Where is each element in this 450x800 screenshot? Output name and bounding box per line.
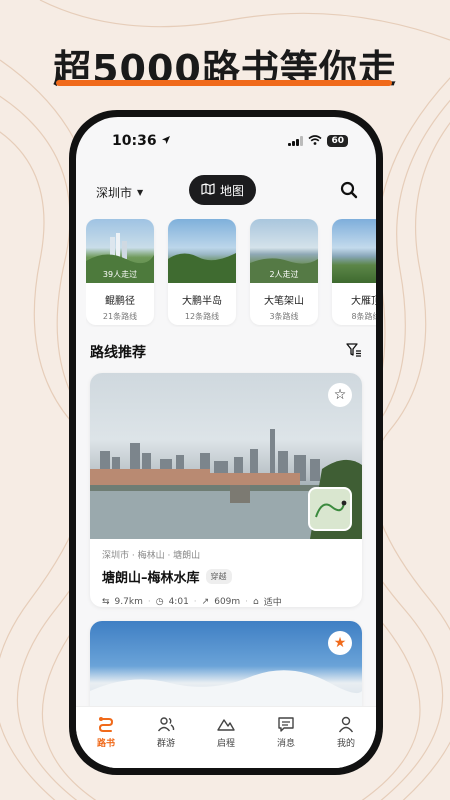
tab-messages[interactable]: 消息: [261, 715, 311, 768]
destination-photo: [168, 219, 236, 283]
map-icon: [201, 182, 215, 198]
visited-count: 39人走过: [102, 270, 138, 279]
route-photo: ☆: [90, 373, 362, 539]
tab-start[interactable]: 启程: [201, 715, 251, 768]
favorite-button[interactable]: ★: [328, 631, 352, 655]
tab-label: 我的: [336, 739, 355, 749]
destination-card[interactable]: 39人走过 鲲鹏径 21条路线: [86, 219, 154, 325]
route-card[interactable]: ☆ 深圳市 · 梅林山 · 塘朗山 塘朗山–梅林水库 穿越 ⇆ 9.7km · …: [90, 373, 362, 607]
app-screen: 10:36 60 深圳市 ▼ 地图 39人走过 鲲鹏径 21条路线 大鹏半岛 1…: [76, 117, 376, 768]
destination-card[interactable]: 2人走过 大笔架山 3条路线: [250, 219, 318, 325]
destination-card[interactable]: 大雁顶 8条路线: [332, 219, 376, 325]
search-button[interactable]: [336, 179, 362, 205]
visited-count: 2人走过: [269, 270, 299, 279]
route-title: 塘朗山–梅林水库: [102, 571, 200, 586]
elevation-icon: ↗: [201, 596, 210, 607]
destination-route-count: 12条路线: [184, 312, 220, 321]
status-time: 10:36: [112, 133, 157, 149]
destination-card[interactable]: 大鹏半岛 12条路线: [168, 219, 236, 325]
route-elevation: 609m: [214, 596, 241, 607]
wifi-icon: [308, 133, 322, 149]
route-icon: [98, 717, 114, 732]
message-icon: [278, 717, 294, 732]
status-bar: 10:36 60: [76, 117, 376, 157]
tab-roadbook[interactable]: 路书: [81, 715, 131, 768]
destination-name: 大笔架山: [264, 296, 304, 307]
location-arrow-icon: [161, 133, 171, 149]
destination-carousel[interactable]: 39人走过 鲲鹏径 21条路线 大鹏半岛 12条路线 2人走过 大笔架山 3条路…: [86, 219, 376, 327]
section-title: 路线推荐: [90, 345, 146, 361]
clock-icon: ◷: [155, 596, 164, 607]
route-region: 深圳市 · 梅林山 · 塘朗山: [102, 551, 201, 561]
star-filled-icon: ★: [333, 635, 347, 651]
map-button-label: 地图: [220, 183, 245, 198]
route-distance: 9.7km: [114, 596, 143, 607]
distance-icon: ⇆: [102, 596, 110, 607]
tab-label: 消息: [276, 739, 295, 749]
phone-frame: 10:36 60 深圳市 ▼ 地图 39人走过 鲲鹏径 21条路线 大鹏半岛 1…: [69, 110, 383, 775]
destination-route-count: 8条路线: [351, 312, 376, 321]
destination-name: 鲲鹏径: [105, 296, 135, 307]
mountain-icon: [217, 719, 235, 731]
destination-name: 大雁顶: [351, 296, 376, 307]
destination-photo: [332, 219, 376, 283]
destination-photo: 39人走过: [86, 219, 154, 283]
destination-route-count: 21条路线: [102, 312, 138, 321]
tab-label: 路书: [96, 739, 115, 749]
group-icon: [157, 717, 175, 732]
destination-photo: 2人走过: [250, 219, 318, 283]
route-type-badge: 穿越: [205, 569, 232, 584]
city-selector[interactable]: 深圳市 ▼: [96, 184, 143, 201]
headline-underline: [56, 80, 392, 86]
battery-icon: 60: [327, 135, 348, 147]
tab-group[interactable]: 群游: [141, 715, 191, 768]
bottom-tab-bar: 路书 群游 启程 消息 我的: [76, 706, 376, 768]
section-header: 路线推荐: [90, 341, 362, 363]
chevron-down-icon: ▼: [137, 187, 144, 197]
tab-profile[interactable]: 我的: [321, 715, 371, 768]
tab-label: 群游: [156, 739, 175, 749]
map-button[interactable]: 地图: [189, 175, 257, 205]
difficulty-icon: ⌂: [253, 596, 259, 607]
signal-icon: [288, 136, 304, 146]
destination-route-count: 3条路线: [269, 312, 299, 321]
city-label: 深圳市: [96, 185, 133, 200]
route-difficulty: 适中: [263, 598, 282, 607]
route-duration: 4:01: [168, 596, 189, 607]
favorite-button[interactable]: ☆: [328, 383, 352, 407]
profile-icon: [338, 716, 354, 733]
destination-name: 大鹏半岛: [182, 296, 222, 307]
route-map-thumbnail[interactable]: [308, 487, 352, 531]
route-stats: ⇆ 9.7km · ◷ 4:01 · ↗ 609m · ⌂ 适中: [102, 596, 282, 608]
search-icon: [340, 181, 358, 203]
filter-icon[interactable]: [346, 342, 362, 362]
top-bar: 深圳市 ▼ 地图: [76, 175, 376, 209]
tab-label: 启程: [216, 739, 235, 749]
star-outline-icon: ☆: [333, 387, 347, 403]
